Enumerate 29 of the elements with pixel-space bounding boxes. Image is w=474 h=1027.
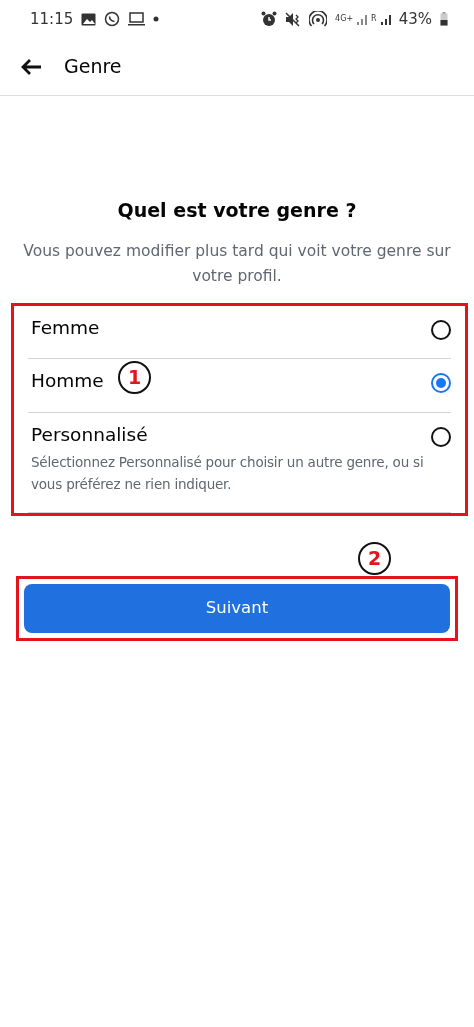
annotation-number: 2 xyxy=(358,541,391,575)
option-label: Homme xyxy=(31,369,104,394)
network-type: 4G+ xyxy=(335,15,354,23)
radio-button[interactable] xyxy=(431,427,451,447)
page-title: Genre xyxy=(64,54,122,80)
option-description: Sélectionnez Personnalisé pour choisir un autre genre, ou si vous préférez ne rien indiquer. xyxy=(31,452,425,494)
option-label: Personnalisé xyxy=(31,423,148,447)
battery-icon xyxy=(440,12,448,26)
mute-icon xyxy=(285,11,302,27)
alarm-icon xyxy=(261,11,278,27)
hotspot-icon xyxy=(309,11,328,27)
question-heading: Quel est votre genre ? xyxy=(116,198,358,223)
next-button[interactable]: Suivant xyxy=(24,583,450,633)
status-time: 11:15 xyxy=(30,8,74,30)
question-subtitle: Vous pouvez modifier plus tard qui voit votre genre sur votre profil. xyxy=(22,240,452,287)
dot-icon xyxy=(153,16,160,22)
image-icon xyxy=(81,12,97,26)
option-row[interactable]: Personnalisé Sélectionnez Personnalisé pour choisir un autre genre, ou si vous préférez ne rien indiquer. xyxy=(28,413,451,513)
laptop-icon xyxy=(128,12,146,26)
roaming-indicator: R xyxy=(371,15,377,23)
radio-button[interactable] xyxy=(431,319,451,340)
signal-icon xyxy=(357,13,368,25)
battery-level: 43% xyxy=(398,8,432,30)
option-label: Femme xyxy=(31,315,100,340)
annotation-number: 1 xyxy=(118,360,151,394)
radio-button[interactable] xyxy=(431,373,451,394)
option-row[interactable]: Femme xyxy=(28,305,451,360)
signal-icon xyxy=(380,13,391,25)
chat-icon xyxy=(104,11,121,27)
